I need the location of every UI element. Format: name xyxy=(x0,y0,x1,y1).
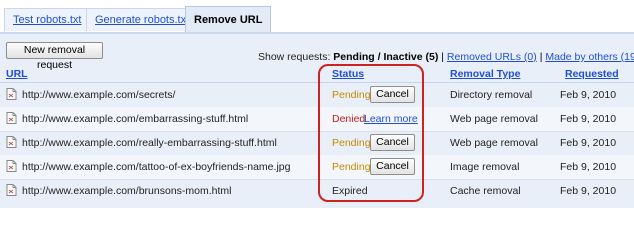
table-row: http://www.example.com/brunsons-mom.html… xyxy=(0,179,634,204)
show-requests-filter: Show requests: Pending / Inactive (5) | … xyxy=(258,51,634,64)
tab-generate-robots[interactable]: Generate robots.txt xyxy=(86,8,199,31)
status-expired: Expired xyxy=(332,185,368,197)
removed-urls-link[interactable]: Removed URLs (0) xyxy=(447,51,537,63)
status-pending: Pending xyxy=(332,137,371,149)
requested-date: Feb 9, 2010 xyxy=(560,137,617,149)
cancel-button[interactable]: Cancel xyxy=(370,158,415,175)
table-row: http://www.example.com/really-embarrassi… xyxy=(0,131,634,156)
row-url: http://www.example.com/really-embarrassi… xyxy=(22,137,277,149)
tab-remove-url[interactable]: Remove URL xyxy=(185,6,272,33)
row-url: http://www.example.com/secrets/ xyxy=(22,89,176,101)
cancel-button[interactable]: Cancel xyxy=(370,86,415,103)
row-url: http://www.example.com/tattoo-of-ex-boyf… xyxy=(22,161,291,173)
row-url: http://www.example.com/brunsons-mom.html xyxy=(22,185,232,197)
tab-bar: Test robots.txt Generate robots.txt Remo… xyxy=(0,0,634,34)
show-requests-label: Show requests: xyxy=(258,51,331,63)
cancel-button[interactable]: Cancel xyxy=(370,134,415,151)
document-icon xyxy=(6,160,17,172)
filter-separator: | xyxy=(441,51,444,63)
status-pending: Pending xyxy=(332,89,371,101)
table-row: http://www.example.com/tattoo-of-ex-boyf… xyxy=(0,155,634,180)
learn-more-link[interactable]: Learn more xyxy=(364,113,418,125)
status-pending: Pending xyxy=(332,161,371,173)
document-icon xyxy=(6,136,17,148)
removal-type: Web page removal xyxy=(450,113,538,125)
removal-type: Web page removal xyxy=(450,137,538,149)
removal-type: Directory removal xyxy=(450,89,533,101)
removal-type: Cache removal xyxy=(450,185,521,197)
document-icon xyxy=(6,184,17,196)
column-header-url[interactable]: URL xyxy=(6,68,28,81)
made-by-others-link[interactable]: Made by others (192) xyxy=(545,51,634,63)
current-filter: Pending / Inactive (5) xyxy=(333,51,439,63)
column-header-requested[interactable]: Requested xyxy=(565,68,619,81)
document-icon xyxy=(6,112,17,124)
tab-test-robots[interactable]: Test robots.txt xyxy=(4,8,91,31)
table-row: http://www.example.com/secrets/ Pending … xyxy=(0,83,634,108)
requested-date: Feb 9, 2010 xyxy=(560,89,617,101)
removal-type: Image removal xyxy=(450,161,520,173)
table-row: http://www.example.com/embarrassing-stuf… xyxy=(0,107,634,132)
requested-date: Feb 9, 2010 xyxy=(560,161,617,173)
column-header-status[interactable]: Status xyxy=(332,68,364,81)
row-url: http://www.example.com/embarrassing-stuf… xyxy=(22,113,249,125)
requested-date: Feb 9, 2010 xyxy=(560,113,617,125)
new-removal-request-button[interactable]: New removal request xyxy=(6,42,103,71)
requested-date: Feb 9, 2010 xyxy=(560,185,617,197)
document-icon xyxy=(6,88,17,100)
column-header-removal-type[interactable]: Removal Type xyxy=(450,68,520,81)
filter-separator: | xyxy=(539,51,543,63)
status-denied: Denied xyxy=(332,113,366,125)
